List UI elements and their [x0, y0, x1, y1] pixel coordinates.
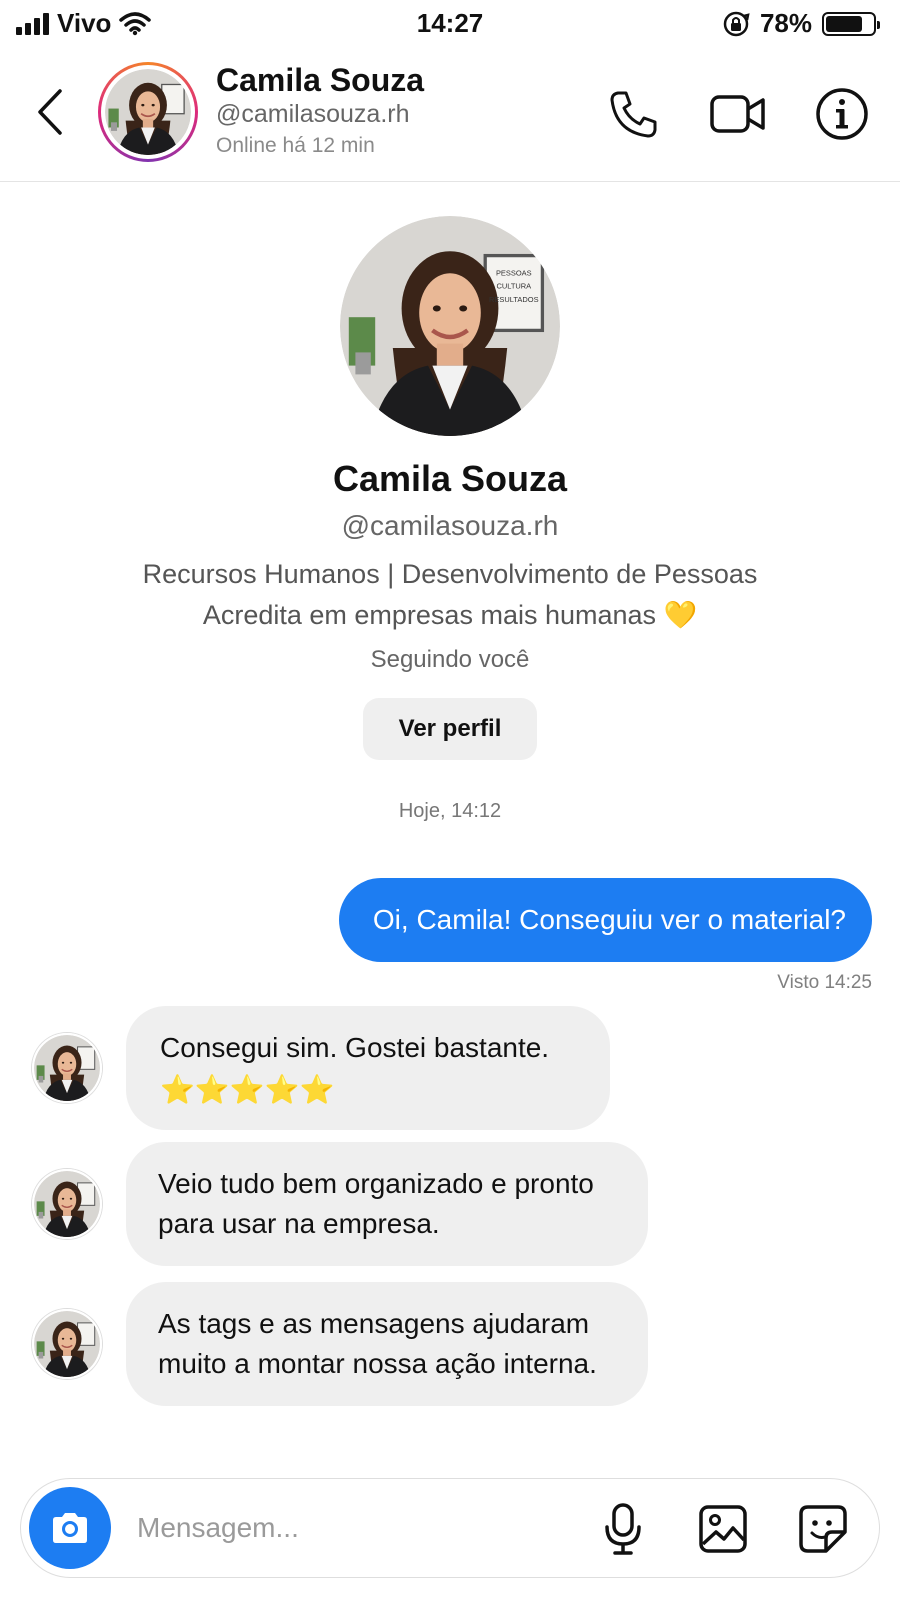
contact-name[interactable]: Camila Souza	[216, 62, 424, 99]
message-text-line-2: muito a montar nossa ação interna.	[158, 1348, 597, 1379]
chevron-left-icon	[38, 89, 62, 135]
voice-message-button[interactable]	[593, 1499, 653, 1559]
online-status: Online há 12 min	[216, 134, 375, 157]
sticker-button[interactable]	[793, 1499, 853, 1559]
sender-avatar[interactable]	[32, 1169, 102, 1239]
poster-line-2: CULTURA	[496, 282, 531, 291]
message-input[interactable]	[137, 1501, 577, 1555]
status-right: 78%	[722, 8, 880, 39]
poster-line-3: RESULTADOS	[489, 295, 539, 304]
camera-icon	[53, 1513, 87, 1543]
composer-actions	[593, 1499, 853, 1559]
incoming-message-row: Veio tudo bem organizado e pronto para u…	[32, 1142, 648, 1266]
profile-photo[interactable]: PESSOAS CULTURA RESULTADOS	[340, 216, 560, 436]
chat-header: Camila Souza @camilasouza.rh Online há 1…	[0, 56, 900, 182]
profile-card: PESSOAS CULTURA RESULTADOS Camila Souza …	[0, 216, 900, 760]
follow-status: Seguindo você	[370, 646, 530, 673]
info-icon	[816, 88, 868, 140]
profile-name: Camila Souza	[332, 458, 568, 499]
avatar-image	[105, 69, 191, 155]
sender-avatar[interactable]	[32, 1309, 102, 1379]
gallery-button[interactable]	[693, 1499, 753, 1559]
rotation-lock-icon	[723, 11, 750, 36]
battery-icon	[822, 11, 880, 36]
video-camera-icon	[710, 95, 765, 133]
sticker-icon	[799, 1505, 847, 1553]
bio-line-2: Acredita em empresas mais humanas 💛	[202, 600, 698, 630]
video-call-button[interactable]	[708, 84, 768, 144]
microphone-icon	[605, 1503, 641, 1555]
incoming-message-row: Consegui sim. Gostei bastante. ⭐⭐⭐⭐⭐	[32, 1006, 610, 1130]
camera-button[interactable]	[29, 1487, 111, 1569]
incoming-message-row: As tags e as mensagens ajudaram muito a …	[32, 1282, 648, 1406]
image-icon	[699, 1505, 747, 1553]
header-avatar[interactable]	[98, 62, 198, 162]
star-rating: ⭐⭐⭐⭐⭐	[160, 1074, 335, 1105]
poster-line-1: PESSOAS	[496, 268, 532, 277]
incoming-message[interactable]: Consegui sim. Gostei bastante. ⭐⭐⭐⭐⭐	[126, 1006, 610, 1130]
back-button[interactable]	[28, 82, 72, 142]
header-actions	[604, 84, 872, 144]
info-button[interactable]	[812, 84, 872, 144]
message-text-line-1: As tags e as mensagens ajudaram	[158, 1308, 590, 1339]
battery-percent: 78%	[759, 8, 812, 38]
message-text-line-1: Veio tudo bem organizado e pronto	[158, 1168, 594, 1199]
profile-handle: @camilasouza.rh	[341, 510, 559, 541]
profile-image: PESSOAS CULTURA RESULTADOS	[340, 216, 560, 436]
message-text: Consegui sim. Gostei bastante.	[160, 1032, 550, 1063]
outgoing-message[interactable]: Oi, Camila! Conseguiu ver o material?	[338, 878, 872, 962]
phone-icon	[610, 91, 657, 138]
sender-avatar[interactable]	[32, 1033, 102, 1103]
incoming-message[interactable]: Veio tudo bem organizado e pronto para u…	[126, 1142, 648, 1266]
contact-handle: @camilasouza.rh	[216, 100, 410, 128]
incoming-message[interactable]: As tags e as mensagens ajudaram muito a …	[126, 1282, 648, 1406]
profile-bio: Recursos Humanos | Desenvolvimento de Pe…	[0, 554, 900, 636]
battery-fill	[826, 15, 862, 32]
seen-receipt: Visto 14:25	[777, 972, 872, 993]
call-button[interactable]	[604, 84, 664, 144]
message-composer	[20, 1478, 880, 1578]
status-bar: Vivo 14:27 78%	[0, 0, 900, 48]
view-profile-button[interactable]: Ver perfil	[362, 698, 538, 760]
bio-line-1: Recursos Humanos | Desenvolvimento de Pe…	[142, 559, 758, 589]
date-separator: Hoje, 14:12	[398, 800, 502, 822]
message-text-line-2: para usar na empresa.	[158, 1208, 440, 1239]
